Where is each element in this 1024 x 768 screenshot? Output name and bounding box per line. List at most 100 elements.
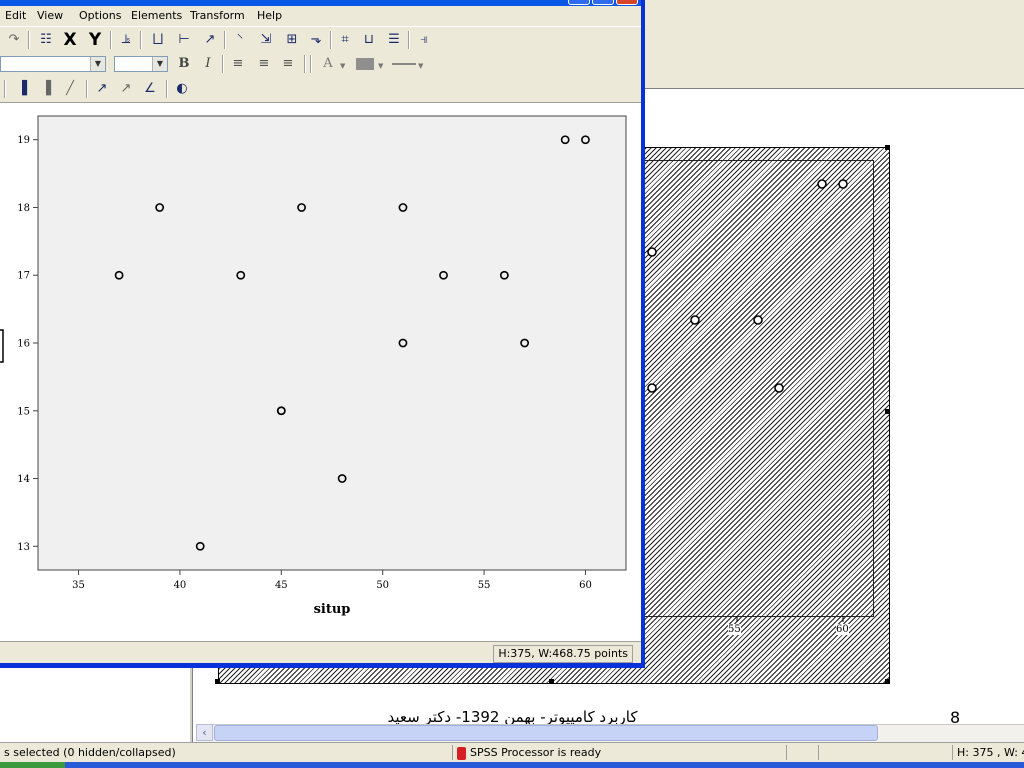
start-button[interactable] [0, 762, 65, 768]
chevron-down-icon[interactable]: ▼ [418, 62, 423, 70]
transpose-icon[interactable]: ⫣ [414, 30, 434, 50]
y-axis-button[interactable]: Y [85, 30, 105, 50]
selection-status: s selected (0 hidden/collapsed) [4, 746, 176, 759]
properties-icon[interactable]: ☷ [36, 30, 56, 50]
outline-pane[interactable] [0, 668, 193, 742]
y-tick-label: 19 [17, 135, 30, 146]
align-center-icon[interactable]: ≡ [254, 54, 274, 74]
chevron-down-icon[interactable]: ▼ [152, 57, 167, 71]
resize-handle[interactable] [549, 679, 554, 684]
maximize-icon[interactable] [592, 0, 614, 5]
font-combo[interactable]: ▼ [0, 56, 106, 72]
interpolation-line-icon[interactable]: ∠ [140, 79, 160, 99]
toolbar-elements: ▐ ▐ ╱ ↗ ↗ ∠ ◐ [0, 76, 641, 103]
scatter-plot[interactable]: 13 14 15 16 17 18 19 35 40 45 50 55 60 situp [0, 103, 641, 641]
chevron-down-icon[interactable]: ▼ [340, 62, 345, 70]
x-tick-label: 45 [275, 580, 288, 591]
x-axis-button[interactable]: X [60, 30, 80, 50]
bold-button[interactable]: B [174, 54, 194, 74]
resize-handle[interactable] [885, 145, 890, 150]
fit-line-total-icon[interactable]: ↗ [92, 79, 112, 99]
viewer-title-strip [645, 0, 1024, 23]
toolbar-separator [28, 31, 30, 49]
bars-icon[interactable]: ⊔ [359, 30, 379, 50]
x-tick-label: 50 [376, 580, 389, 591]
status-cell-empty [818, 745, 953, 760]
explode-slice-icon[interactable]: ◐ [172, 79, 192, 99]
title-icon[interactable]: ⸌ [230, 30, 250, 50]
taskbar [0, 762, 1024, 768]
menu-help[interactable]: Help [257, 9, 282, 22]
background-xtick-label: 55 [728, 624, 741, 635]
annotation-icon[interactable]: ⇲ [256, 30, 276, 50]
chevron-down-icon[interactable]: ▼ [378, 62, 383, 70]
plot-area[interactable] [37, 115, 627, 571]
redo-icon[interactable]: ↷ [4, 30, 24, 50]
y-tick-label: 13 [17, 542, 30, 553]
scale-icon[interactable]: ⫡ [116, 30, 136, 50]
y-tick-label: 16 [17, 339, 30, 350]
menu-options[interactable]: Options [79, 9, 121, 22]
processor-status: SPSS Processor is ready [452, 745, 787, 760]
toolbar-separator [304, 55, 306, 73]
italic-button[interactable]: I [198, 54, 218, 74]
bar-chart-icon[interactable]: ▐ [12, 79, 32, 99]
y-tick-label: 14 [17, 474, 30, 485]
chevron-down-icon[interactable]: ▼ [90, 57, 105, 71]
menu-transform[interactable]: Transform [190, 9, 245, 22]
fill-color-swatch[interactable] [356, 58, 374, 70]
toolbar-separator [310, 55, 312, 73]
line-style-icon[interactable] [392, 63, 416, 65]
menu-edit[interactable]: Edit [5, 9, 26, 22]
chart-size-status: H:375, W:468.75 points [493, 645, 633, 663]
align-right-icon[interactable]: ≡ [278, 54, 298, 74]
legend-icon[interactable]: ☰ [384, 30, 404, 50]
menu-view[interactable]: View [37, 9, 63, 22]
x-axis-label: situp [314, 602, 351, 617]
processor-status-icon [457, 746, 466, 760]
window-border [641, 0, 645, 668]
resize-handle[interactable] [215, 679, 220, 684]
scrollbar-thumb[interactable] [214, 725, 878, 741]
window-border [0, 663, 645, 668]
text-color-button[interactable]: A [318, 54, 338, 74]
x-tick-label: 35 [72, 580, 85, 591]
toolbar-separator [222, 55, 224, 73]
x-tick-label: 40 [174, 580, 187, 591]
close-icon[interactable] [616, 0, 638, 5]
textbox-icon[interactable]: ⊞ [282, 30, 302, 50]
minimize-icon[interactable] [568, 0, 590, 5]
toolbar-separator [4, 80, 6, 98]
toolbar-separator [110, 31, 112, 49]
y-tick-label: 15 [17, 406, 30, 417]
chart-canvas: 13 14 15 16 17 18 19 35 40 45 50 55 60 situp [0, 103, 641, 641]
y-tick-label: 17 [17, 271, 30, 282]
line-chart-icon[interactable]: ╱ [60, 79, 80, 99]
footnote-icon[interactable]: ⬎ [306, 30, 326, 50]
fit-line-subgroups-icon[interactable]: ↗ [116, 79, 136, 99]
toolbar-format: ▼ ▼ B I ≡ ≡ ≡ A ▼ ▼ ▼ [0, 52, 641, 76]
histogram-icon[interactable]: ▐ [36, 79, 56, 99]
menu-bar: Edit View Options Elements Transform Hel… [0, 6, 641, 26]
reference-line-icon[interactable]: ⨆ [148, 30, 168, 50]
resize-handle[interactable] [885, 679, 890, 684]
scroll-left-arrow-icon[interactable]: ‹ [196, 724, 213, 741]
scatter-plot-svg: 13 14 15 16 17 18 19 35 40 45 50 55 60 situp [0, 115, 627, 617]
align-left-icon[interactable]: ≡ [228, 54, 248, 74]
toolbar-separator [408, 31, 410, 49]
grid-icon[interactable]: ⌗ [335, 30, 355, 50]
equation-line-icon[interactable]: ↗ [200, 30, 220, 50]
viewer-toolbar-area [645, 22, 1024, 89]
pane-splitter[interactable] [190, 668, 192, 742]
toolbar-separator [330, 31, 332, 49]
processor-status-text: SPSS Processor is ready [470, 746, 602, 759]
toolbar-separator [86, 80, 88, 98]
menu-elements[interactable]: Elements [131, 9, 182, 22]
x-reference-line-icon[interactable]: ⊢ [174, 30, 194, 50]
toolbar-main: ↷ ☷ X Y ⫡ ⨆ ⊢ ↗ ⸌ ⇲ ⊞ ⬎ ⌗ ⊔ ☰ ⫣ [0, 26, 641, 53]
status-cell-empty [786, 745, 819, 760]
x-tick-label: 60 [579, 580, 592, 591]
background-chart-points [647, 179, 848, 622]
font-size-combo[interactable]: ▼ [114, 56, 168, 72]
y-tick-label: 18 [17, 203, 30, 214]
